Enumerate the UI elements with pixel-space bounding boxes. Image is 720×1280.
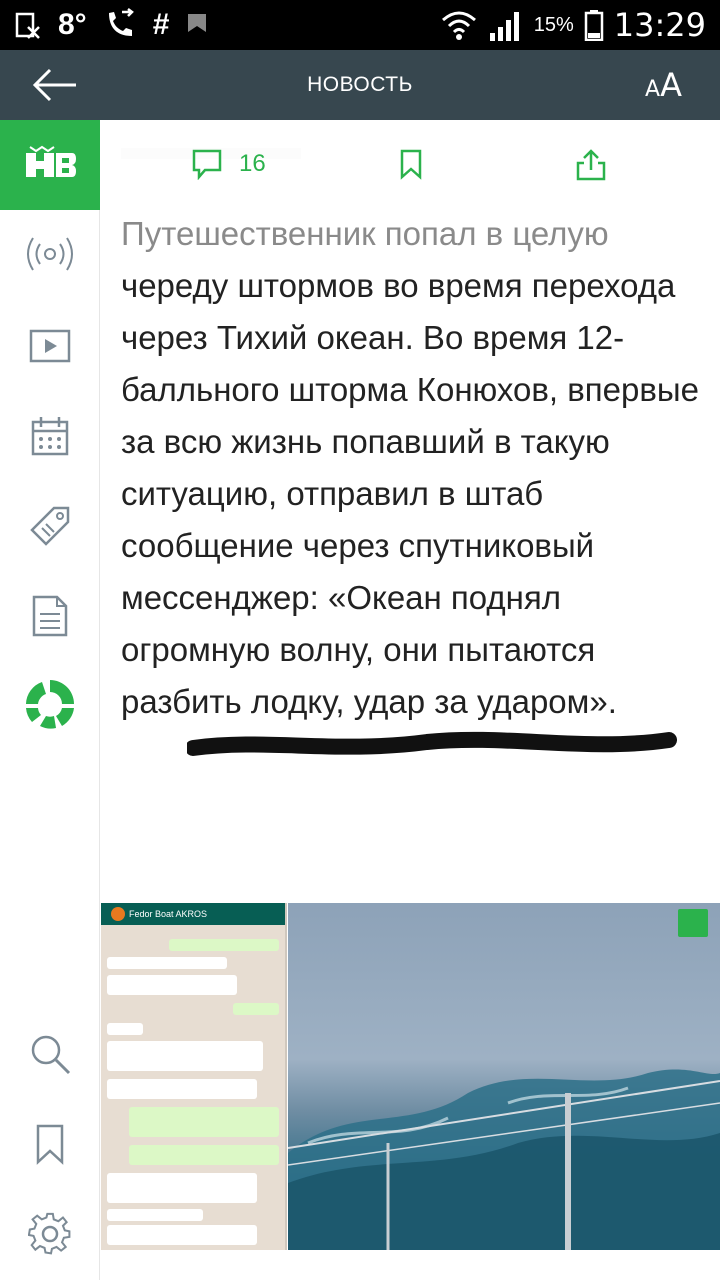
font-size-button[interactable]: AA [645, 66, 682, 104]
document-icon [32, 595, 68, 637]
search-icon [31, 1035, 71, 1075]
wifi-icon [441, 11, 476, 40]
font-size-large-a: A [660, 66, 682, 104]
hash-label: # [152, 8, 170, 41]
chat-avatar [111, 907, 125, 921]
article-actions: 16 [101, 130, 720, 200]
sidebar-item-bookmarks[interactable] [22, 1116, 78, 1172]
flag-icon [188, 14, 207, 32]
sidebar [0, 120, 100, 1280]
share-button[interactable] [575, 148, 607, 182]
sidebar-item-articles[interactable] [22, 588, 78, 644]
page-title: НОВОСТЬ [307, 73, 413, 96]
chat-bubble [107, 975, 237, 995]
sidebar-item-search[interactable] [22, 1026, 78, 1082]
font-size-small-a: A [645, 77, 661, 102]
sidebar-item-schedule[interactable] [22, 408, 78, 464]
sidebar-item-tags[interactable] [22, 498, 78, 554]
live-radio-icon [27, 237, 73, 271]
signal-icon [489, 12, 519, 41]
call-forward-icon [108, 8, 134, 36]
sidebar-item-ntv[interactable] [0, 120, 100, 210]
stormy-sea-photo [287, 903, 720, 1250]
settings-icon [28, 1212, 71, 1255]
chat-screenshot: Fedor Boat AKROS [101, 903, 287, 1250]
article-photo[interactable]: Fedor Boat AKROS [101, 903, 720, 1250]
sidebar-item-live[interactable] [22, 226, 78, 282]
clock: 13:29 [613, 6, 706, 44]
chat-bubble [107, 1209, 203, 1221]
chat-header: Fedor Boat AKROS [101, 903, 285, 925]
calendar-icon [31, 417, 69, 456]
chat-bubble [107, 1079, 257, 1099]
ntv-logo-icon [26, 145, 76, 177]
sidebar-item-video[interactable] [22, 318, 78, 374]
bookmark-outline-icon [400, 149, 422, 180]
chat-bubble [107, 1225, 257, 1245]
chat-bubble [129, 1145, 279, 1165]
app-bar: НОВОСТЬ AA [0, 50, 720, 120]
status-bar: 8° # 15% 13:29 [0, 0, 720, 50]
chat-bubble [129, 1107, 279, 1137]
sidebar-item-settings[interactable] [22, 1206, 78, 1262]
sidebar-item-25[interactable] [22, 676, 78, 732]
chat-bubble [107, 1173, 257, 1203]
temperature-label: 8° [58, 8, 87, 41]
comments-button[interactable]: 16 [191, 148, 266, 180]
comment-icon [192, 149, 222, 180]
share-icon [576, 149, 606, 181]
article-text-first-line: Путешественник попал в целую [121, 215, 609, 252]
tag-icon [30, 506, 70, 546]
bookmark-icon [36, 1124, 64, 1165]
battery-percent: 15% [533, 13, 574, 36]
ntv-watermark-icon [678, 909, 708, 937]
redaction-scribble [187, 731, 677, 756]
sim-off-icon [15, 12, 40, 39]
ntv-25-logo-icon [26, 680, 74, 729]
article-body: Путешественник попал в целую череду штор… [121, 208, 701, 728]
chat-bubble [107, 1041, 263, 1071]
chat-title: Fedor Boat AKROS [129, 909, 208, 919]
back-arrow-icon[interactable] [30, 64, 80, 106]
comment-count: 16 [239, 150, 266, 177]
chat-bubble [107, 957, 227, 969]
chat-bubble [169, 939, 279, 951]
bookmark-button[interactable] [399, 148, 423, 180]
battery-icon [584, 10, 604, 41]
article-content: ▬▬▬▬▬ 16 Путешественник попал в целую че… [101, 120, 720, 1280]
chat-bubble [107, 1023, 143, 1035]
sea-waves-drawing [287, 1069, 720, 1250]
article-text-rest: череду штормов во время перехода через Т… [121, 267, 699, 720]
chat-bubble [233, 1003, 279, 1015]
video-play-icon [29, 329, 71, 363]
